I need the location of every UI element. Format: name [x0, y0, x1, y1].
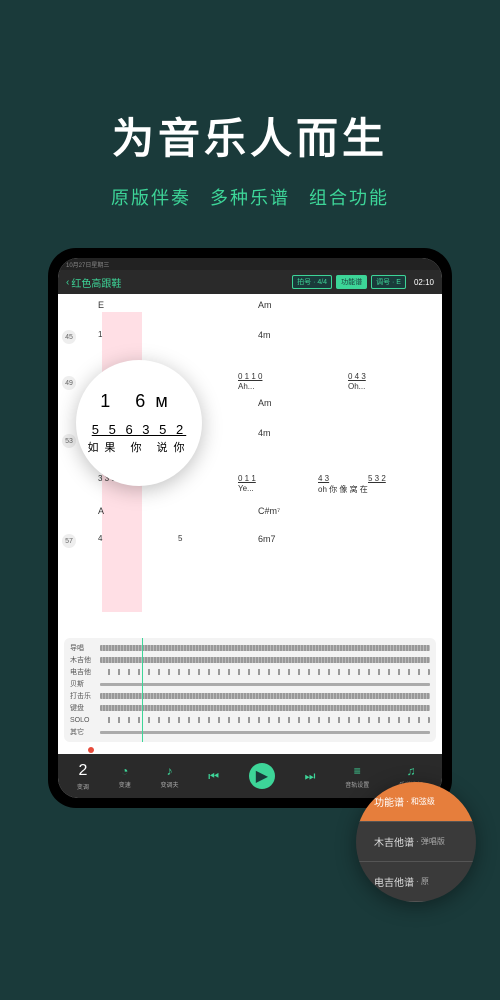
- capo-icon: ♪: [166, 764, 172, 778]
- hero-sub-3: 组合功能: [309, 188, 389, 208]
- chevron-left-icon: ‹: [66, 277, 69, 288]
- chord-E: E: [98, 300, 104, 310]
- popup-item-acoustic[interactable]: 木吉他谱· 弹唱版: [356, 822, 476, 862]
- chord-Am: Am: [258, 300, 272, 310]
- chord-4m: 4m: [258, 330, 271, 340]
- lyric-ye: Ye...: [238, 484, 254, 493]
- playhead[interactable]: [142, 638, 143, 742]
- hero-subtitle: 原版伴奏 多种乐谱 组合功能: [0, 184, 500, 210]
- skip-forward-icon: ⏭: [305, 769, 316, 784]
- chord-6m7: 6m7: [258, 534, 276, 544]
- bar-57: 57: [62, 534, 76, 548]
- notes-r2b: 0 4 3: [348, 372, 366, 381]
- status-time: 10月27日星期三: [66, 263, 109, 269]
- mixer-control[interactable]: ≡ 音轨设置: [345, 764, 369, 789]
- app-screen: 10月27日星期三 ‹ 红色高跟鞋 拍号 · 4/4 功能谱 调号 · E 02…: [58, 258, 442, 798]
- popup-item-electric[interactable]: 电吉他谱· 原: [356, 862, 476, 902]
- track-acoustic[interactable]: 木吉他: [70, 654, 430, 666]
- next-button[interactable]: ⏭: [305, 769, 316, 784]
- track-solo[interactable]: SOLO: [70, 714, 430, 726]
- timeline-marker[interactable]: [88, 747, 94, 753]
- zoom-lens: 1 6ᴍ 5 5 6 3 5 2 如果 你 说你: [76, 360, 202, 486]
- badge-time-signature[interactable]: 拍号 · 4/4: [292, 275, 332, 289]
- track-drums[interactable]: 打击乐: [70, 690, 430, 702]
- score-area[interactable]: E Am 45 1 4m 49 0 1 1 0 0 4 3 Ah... Oh..…: [58, 294, 442, 638]
- chord-Am2: Am: [258, 398, 272, 408]
- lyric-oh: Oh...: [348, 382, 365, 391]
- transpose-value: 2: [78, 762, 87, 780]
- bar-45: 45: [62, 330, 76, 344]
- lyric-ah: Ah...: [238, 382, 254, 391]
- bar-53: 53: [62, 434, 76, 448]
- capo-control[interactable]: ♪ 变调夫: [160, 764, 178, 789]
- notes-43: 4 3: [318, 474, 329, 483]
- note-4: 4: [98, 534, 102, 543]
- bar-49: 49: [62, 376, 76, 390]
- tracks-panel[interactable]: 导唱 木吉他 电吉他 贝斯 打击乐 键盘 SOLO 其它: [64, 638, 436, 742]
- song-title: 红色高跟鞋: [71, 275, 121, 290]
- play-icon: ▶: [256, 766, 268, 786]
- zoom-notes: 5 5 6 3 5 2: [92, 422, 186, 437]
- tablet-frame: 10月27日星期三 ‹ 红色高跟鞋 拍号 · 4/4 功能谱 调号 · E 02…: [48, 248, 452, 808]
- music-note-icon: ♫: [407, 764, 416, 778]
- note-5: 5: [178, 534, 182, 543]
- track-other[interactable]: 其它: [70, 726, 430, 738]
- back-button[interactable]: ‹ 红色高跟鞋: [66, 275, 121, 290]
- chord-4m2: 4m: [258, 428, 271, 438]
- note-1: 1: [98, 330, 102, 339]
- skip-back-icon: ⏮: [208, 769, 219, 784]
- chord-Csm7: C#m⁷: [258, 506, 280, 516]
- tempo-control[interactable]: ◔ 变速: [119, 764, 131, 789]
- time-display: 02:10: [414, 278, 434, 287]
- speedometer-icon: ◔: [121, 764, 128, 778]
- notes-532: 5 3 2: [368, 474, 386, 483]
- notes-011: 0 1 1: [238, 474, 256, 483]
- sliders-icon: ≡: [354, 764, 361, 778]
- badge-key[interactable]: 调号 · E: [371, 275, 406, 289]
- track-bass[interactable]: 贝斯: [70, 678, 430, 690]
- track-electric[interactable]: 电吉他: [70, 666, 430, 678]
- chord-A: A: [98, 506, 104, 516]
- transpose-control[interactable]: 2 变调: [77, 762, 89, 791]
- track-keys[interactable]: 键盘: [70, 702, 430, 714]
- zoom-chords: 1 6ᴍ: [100, 391, 177, 412]
- score-type-popup: 功能谱· 和弦级 木吉他谱· 弹唱版 电吉他谱· 原: [356, 782, 476, 902]
- badge-score-type[interactable]: 功能谱: [336, 275, 367, 289]
- hero-sub-2: 多种乐谱: [210, 188, 290, 208]
- prev-button[interactable]: ⏮: [208, 769, 219, 784]
- notes-r2: 0 1 1 0: [238, 372, 262, 381]
- top-bar: ‹ 红色高跟鞋 拍号 · 4/4 功能谱 调号 · E 02:10: [58, 270, 442, 294]
- status-bar: 10月27日星期三: [58, 258, 442, 270]
- hero-title: 为音乐人而生: [0, 105, 500, 166]
- play-button[interactable]: ▶: [249, 763, 275, 789]
- lyric-cn: oh 你 像 窝 在: [318, 484, 368, 495]
- timeline[interactable]: [58, 746, 442, 754]
- zoom-lyrics: 如果 你 说你: [87, 439, 190, 455]
- hero-section: 为音乐人而生 原版伴奏 多种乐谱 组合功能: [0, 0, 500, 210]
- track-vocal[interactable]: 导唱: [70, 642, 430, 654]
- hero-sub-1: 原版伴奏: [111, 188, 191, 208]
